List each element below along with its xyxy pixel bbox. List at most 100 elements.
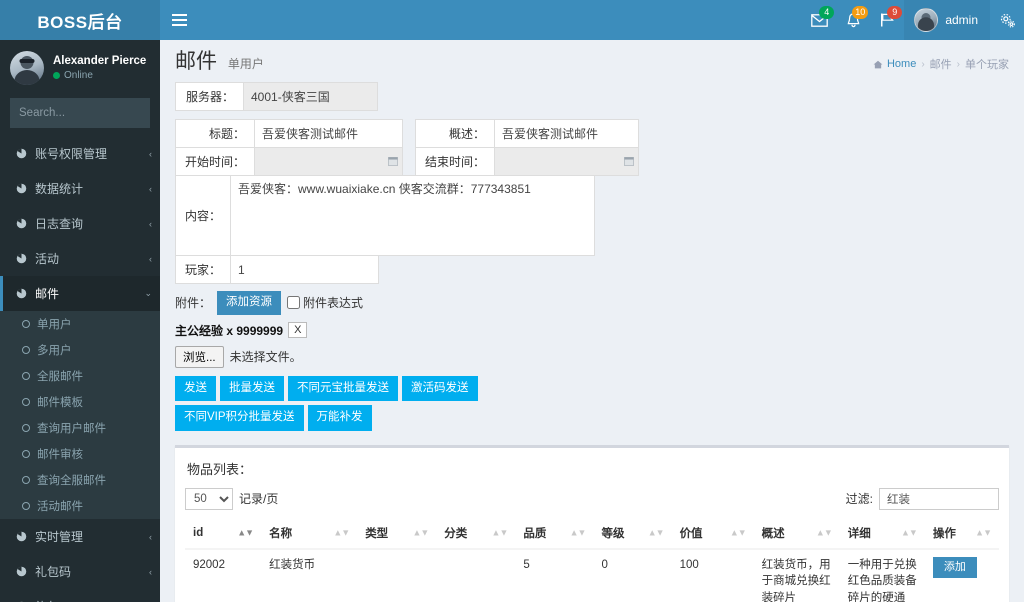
attachment-item: 主公经验 x 9999999 X — [175, 322, 1009, 339]
column-header-category[interactable]: 分类 ▲▼ — [436, 517, 516, 550]
attachment-expression-checkbox-label[interactable]: 附件表达式 — [287, 294, 363, 311]
sidebar-subitem-mail-audit[interactable]: 邮件审核 — [0, 441, 160, 467]
sidebar-subitem-query-user-mail[interactable]: 查询用户邮件 — [0, 415, 160, 441]
browse-file-button[interactable]: 浏览... — [175, 345, 224, 368]
logo[interactable]: BOSS后台 — [0, 0, 160, 40]
chevron-left-icon: ‹ — [149, 253, 152, 264]
sidebar-item-gift-code[interactable]: 礼包码 ‹ — [0, 554, 160, 589]
content-row: 内容： 吾爱侠客：www.wuaixiake.cn 侠客交流群：77734385… — [174, 175, 596, 256]
universal-resend-button[interactable]: 万能补发 — [307, 405, 372, 431]
sidebar-item-account-permission[interactable]: 账号权限管理 ‹ — [0, 136, 160, 171]
column-header-level[interactable]: 等级 ▲▼ — [593, 517, 672, 550]
messages-badge: 4 — [819, 6, 835, 19]
breadcrumb-home-label: Home — [886, 58, 917, 70]
sidebar-avatar — [10, 51, 44, 85]
attachment-expression-checkbox[interactable] — [287, 296, 301, 310]
chevron-left-icon: ‹ — [149, 566, 152, 577]
summary-field-cell[interactable] — [494, 119, 640, 148]
sidebar-item-log-query[interactable]: 日志查询 ‹ — [0, 206, 160, 241]
page-size-select[interactable]: 10 25 50 100 — [185, 487, 233, 510]
table-row: 92002 红装货币 5 0 100 红装货币，用于商城兑换红装碎片 一种用于兑… — [185, 549, 999, 602]
cell-level: 0 — [601, 558, 608, 571]
page-size-suffix-label: 记录/页 — [239, 492, 279, 506]
pie-chart-icon — [15, 566, 28, 577]
control-sidebar-button[interactable] — [990, 0, 1024, 40]
breadcrumb-home[interactable]: Home — [873, 58, 916, 70]
sidebar: Alexander Pierce Online Search... 账号权限管理… — [0, 40, 160, 602]
content-body: 服务器： 标题： 开始时间： — [160, 76, 1024, 602]
circle-o-icon — [22, 372, 30, 380]
sidebar-subitem-single-user[interactable]: 单用户 — [0, 311, 160, 337]
calendar-icon[interactable] — [624, 155, 634, 169]
add-item-button[interactable]: 添加 — [932, 556, 977, 578]
column-header-name[interactable]: 名称 ▲▼ — [261, 517, 358, 550]
end-time-input[interactable] — [495, 150, 639, 173]
send-button[interactable]: 发送 — [175, 375, 216, 401]
end-time-field-cell[interactable] — [494, 147, 640, 176]
column-header-detail[interactable]: 详细 ▲▼ — [839, 517, 925, 550]
sidebar-item-activity[interactable]: 活动 ‹ — [0, 241, 160, 276]
sidebar-toggle-button[interactable] — [160, 0, 198, 40]
summary-input[interactable] — [495, 122, 639, 145]
chevron-left-icon: ‹ — [149, 183, 152, 194]
filter-input[interactable] — [879, 487, 999, 510]
title-summary-row: 标题： 开始时间： — [174, 119, 1009, 176]
breadcrumb-separator: › — [921, 58, 925, 70]
column-header-summary[interactable]: 概述 ▲▼ — [753, 517, 840, 550]
sidebar-subitem-activity-mail[interactable]: 活动邮件 — [0, 493, 160, 519]
circle-o-icon — [22, 476, 30, 484]
activation-code-send-button[interactable]: 激活码发送 — [402, 375, 478, 401]
column-header-id[interactable]: id ▲▼ — [185, 517, 262, 550]
sidebar-item-label: 礼包 — [35, 598, 59, 602]
pie-chart-icon — [15, 288, 28, 299]
title-input[interactable] — [255, 122, 403, 145]
logo-text: BOSS后台 — [37, 12, 123, 32]
cell-type — [357, 549, 436, 602]
pie-chart-icon — [15, 218, 28, 229]
tasks-button[interactable]: 9 — [870, 0, 904, 40]
batch-send-button[interactable]: 批量发送 — [220, 375, 284, 401]
attachment-remove-button[interactable]: X — [288, 322, 308, 338]
column-header-operation[interactable]: 操作 ▲▼ — [924, 517, 999, 550]
add-resource-button[interactable]: 添加资源 — [217, 291, 282, 315]
content-field-cell[interactable]: 吾爱侠客：www.wuaixiake.cn 侠客交流群：777343851 — [230, 175, 596, 256]
tasks-badge: 9 — [887, 6, 903, 19]
column-label: 详细 — [847, 527, 871, 540]
breadcrumb-level-1: 邮件 — [929, 59, 952, 71]
sidebar-item-mail[interactable]: 邮件 ⌄ 单用户 多用户 全服邮件 邮件模板 查询用户邮件 邮件审核 查询全服邮… — [0, 276, 160, 519]
item-table-head: id ▲▼ 名称 ▲▼ 类型 ▲▼ 分类 ▲▼ 品质 ▲▼ 等级 ▲▼ 价值 ▲… — [185, 517, 999, 550]
messages-button[interactable]: 4 — [802, 0, 836, 40]
sidebar-search[interactable] — [10, 98, 160, 128]
different-vip-points-batch-send-button[interactable]: 不同VIP积分批量发送 — [175, 405, 304, 431]
start-time-field-cell[interactable] — [254, 147, 404, 176]
column-header-quality[interactable]: 品质 ▲▼ — [515, 517, 594, 550]
sidebar-item-data-statistics[interactable]: 数据统计 ‹ — [0, 171, 160, 206]
notifications-button[interactable]: 10 — [836, 0, 870, 40]
calendar-icon[interactable] — [388, 155, 398, 169]
start-time-input[interactable] — [255, 150, 403, 173]
server-field-cell[interactable] — [243, 82, 378, 111]
pie-chart-icon — [15, 531, 28, 542]
navbar-right: 4 10 9 admin — [802, 0, 1024, 40]
server-input[interactable] — [244, 85, 377, 108]
player-input[interactable] — [231, 258, 379, 281]
sidebar-subitem-mail-template[interactable]: 邮件模板 — [0, 389, 160, 415]
sidebar-subitem-multi-user[interactable]: 多用户 — [0, 337, 160, 363]
column-header-type[interactable]: 类型 ▲▼ — [357, 517, 437, 550]
sidebar-subitem-all-server-mail[interactable]: 全服邮件 — [0, 363, 160, 389]
top-navbar: 4 10 9 admin — [160, 0, 1024, 40]
sidebar-menu: 账号权限管理 ‹ 数据统计 ‹ 日志查询 ‹ 活动 ‹ 邮件 ⌄ 单用户 多用户… — [0, 136, 160, 602]
sidebar-subitem-query-all-server-mail[interactable]: 查询全服邮件 — [0, 467, 160, 493]
different-ingot-batch-send-button[interactable]: 不同元宝批量发送 — [288, 375, 398, 401]
item-table: id ▲▼ 名称 ▲▼ 类型 ▲▼ 分类 ▲▼ 品质 ▲▼ 等级 ▲▼ 价值 ▲… — [185, 517, 999, 602]
player-field-cell[interactable] — [230, 255, 380, 284]
content-textarea[interactable]: 吾爱侠客：www.wuaixiake.cn 侠客交流群：777343851 — [231, 176, 595, 252]
column-header-price[interactable]: 价值 ▲▼ — [671, 517, 754, 550]
title-field-cell[interactable] — [254, 119, 404, 148]
sidebar-item-gift-pack[interactable]: 礼包 ‹ — [0, 589, 160, 602]
user-menu-button[interactable]: admin — [904, 0, 990, 40]
sidebar-item-realtime-management[interactable]: 实时管理 ‹ — [0, 519, 160, 554]
search-input[interactable] — [11, 107, 160, 119]
title-block: 标题： 开始时间： — [174, 119, 404, 176]
sort-icon: ▲▼ — [901, 527, 918, 537]
